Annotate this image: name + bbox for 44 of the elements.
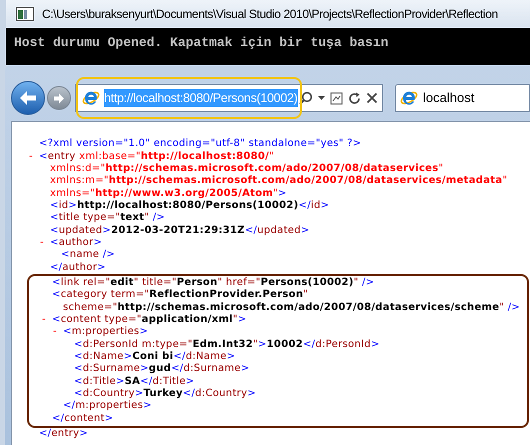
code-line: xmlns="http://www.w3.org/2005/Atom"> — [50, 188, 287, 200]
back-button[interactable] — [11, 81, 45, 115]
collapse-toggle[interactable]: - — [42, 314, 46, 325]
browser-tab[interactable]: localhost — [395, 84, 530, 112]
code-line: <entry xml:base="http://localhost:8080/" — [39, 150, 274, 163]
code-line: <title type="text" /> — [50, 212, 166, 224]
code-line: <name /> — [61, 249, 116, 262]
code-line: <link rel="edit" title="Person" href="Persons(10002)" /> — [52, 276, 374, 289]
code-line: <id>http://localhost:8080/Persons(10002)</id> — [50, 200, 330, 212]
code-line: <author> — [50, 236, 102, 249]
code-line: <d:PersonId m:type="Edm.Int32">10002</d:PersonId> — [74, 338, 380, 351]
code-line: <content type="application/xml"> — [52, 314, 247, 326]
code-line: xmlns:m="http://schemas.microsoft.com/ado/2007/08/dataservices/metadata" — [50, 175, 508, 188]
search-icon[interactable] — [299, 91, 313, 105]
code-line: <d:Title>SA</d:Title> — [74, 376, 194, 388]
collapse-toggle[interactable]: - — [53, 326, 57, 338]
code-line: xmlns:d="http://schemas.microsoft.com/ado/2007/08/dataservices" — [50, 162, 444, 175]
collapse-toggle[interactable]: - — [40, 236, 44, 248]
code-line: <m:properties> — [63, 326, 148, 338]
code-line: <d:Name>Coni bi</d:Name> — [74, 351, 236, 363]
code-line: <category term="ReflectionProvider.Person" — [52, 289, 308, 302]
refresh-icon[interactable] — [348, 92, 361, 104]
collapse-toggle[interactable]: - — [29, 150, 33, 162]
caret-icon[interactable] — [318, 96, 325, 100]
code-line: <d:Surname>gud</d:Surname> — [74, 363, 250, 376]
console-icon — [16, 7, 34, 21]
address-bar[interactable]: http://localhost:8080/Persons(10002) — [75, 84, 383, 112]
code-line: </author> — [50, 262, 106, 274]
compatibility-icon[interactable] — [330, 92, 343, 104]
code-line: scheme="http://schemas.microsoft.com/ado/2007/08/dataservices/scheme" /> — [63, 302, 520, 314]
code-line: <updated>2012-03-20T21:29:31Z</updated> — [50, 224, 310, 237]
code-line: <?xml version="1.0" encoding="utf-8" standalone="yes" ?> — [39, 138, 362, 150]
ie-icon — [400, 89, 418, 107]
ie-icon — [82, 89, 100, 107]
code-line: <d:Country>Turkey</d:Country> — [74, 388, 256, 400]
code-line: </entry> — [39, 428, 88, 440]
left-arrow-icon — [19, 90, 37, 106]
url-text: http://localhost:8080/Persons(10002) — [104, 88, 298, 108]
code-line: </m:properties> — [63, 400, 152, 412]
close-icon[interactable] — [366, 92, 378, 104]
right-arrow-icon — [53, 92, 65, 104]
window-title: C:\Users\buraksenyurt\Documents\Visual Studio 2010\Projects\ReflectionProvider\Reflection — [42, 6, 498, 23]
console-output: Host durumu Opened. Kapatmak için bir tuşa basın — [14, 35, 388, 50]
code-line: </content> — [52, 412, 114, 425]
